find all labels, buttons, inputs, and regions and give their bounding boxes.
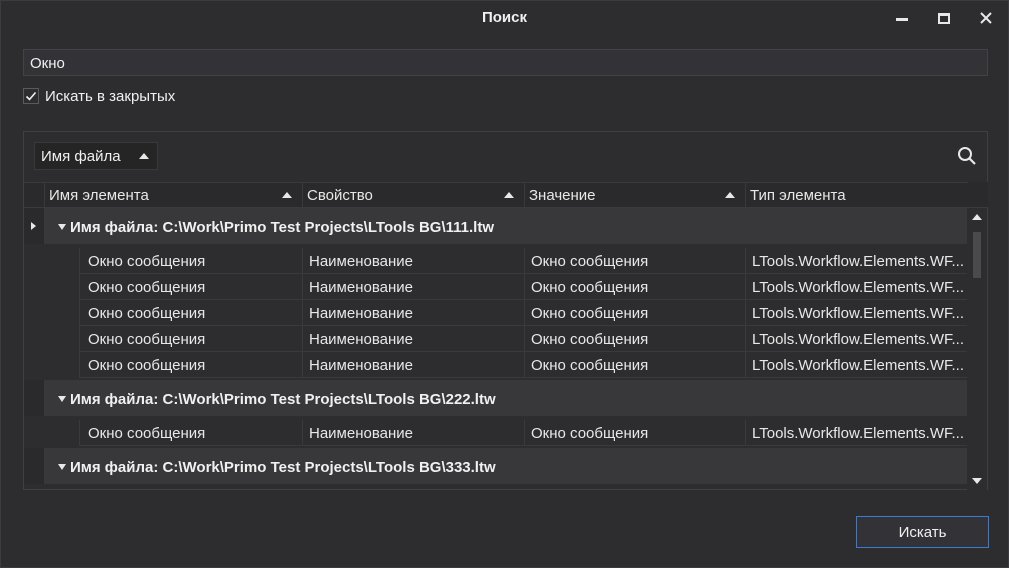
column-header-label: Имя элемента (49, 187, 149, 204)
collapse-icon[interactable] (58, 396, 66, 402)
cell-value: Окно сообщения (531, 331, 649, 348)
row-indent (44, 420, 80, 446)
title-bar: Поиск (1, 1, 1008, 35)
group-label: Имя файла: C:\Work\Primo Test Projects\L… (70, 459, 496, 476)
search-input[interactable]: Окно (23, 49, 988, 76)
cell-element-name: Окно сообщения (88, 279, 206, 296)
cell-element-type: LTools.Workflow.Elements.WF... (752, 331, 965, 348)
search-icon[interactable] (957, 146, 977, 166)
cell-property: Наименование (309, 425, 413, 442)
table-row[interactable]: Окно сообщения Наименование Окно сообщен… (80, 420, 968, 446)
cell-element-name: Окно сообщения (88, 357, 206, 374)
column-header-element-type[interactable]: Тип элемента (745, 183, 968, 208)
collapse-icon[interactable] (58, 224, 66, 230)
row-indent (44, 352, 80, 378)
cell-property: Наименование (309, 331, 413, 348)
cell-value: Окно сообщения (531, 357, 649, 374)
row-indicator (24, 448, 44, 484)
results-grid: Имя файла Имя элемента Свойство Значение (23, 131, 988, 490)
row-indent (44, 274, 80, 300)
checkmark-icon (25, 91, 37, 101)
cell-value: Окно сообщения (531, 253, 649, 270)
cell-element-name: Окно сообщения (88, 331, 206, 348)
column-header-property[interactable]: Свойство (302, 183, 524, 208)
table-row[interactable]: Окно сообщения Наименование Окно сообщен… (80, 326, 968, 352)
group-panel: Имя файла (24, 132, 987, 182)
group-by-chip[interactable]: Имя файла (34, 142, 158, 170)
group-row[interactable]: Имя файла: C:\Work\Primo Test Projects\L… (44, 208, 968, 244)
scroll-down-icon[interactable] (972, 478, 982, 484)
minimize-button[interactable] (887, 5, 917, 31)
cell-value: Окно сообщения (531, 425, 649, 442)
group-by-label: Имя файла (41, 147, 121, 165)
cell-property: Наименование (309, 305, 413, 322)
group-label: Имя файла: C:\Work\Primo Test Projects\L… (70, 219, 494, 236)
search-closed-option[interactable]: Искать в закрытых (23, 87, 175, 105)
row-indent (44, 326, 80, 352)
column-header-label: Свойство (307, 187, 373, 204)
collapse-icon[interactable] (58, 464, 66, 470)
close-button[interactable] (971, 5, 1001, 31)
current-row-icon (31, 222, 36, 230)
maximize-button[interactable] (929, 5, 959, 31)
sort-ascending-icon (282, 192, 292, 198)
search-button[interactable]: Искать (856, 516, 989, 548)
row-indent (44, 248, 80, 274)
column-header-label: Значение (529, 187, 596, 204)
scroll-up-icon[interactable] (972, 214, 982, 220)
row-indicator (24, 380, 44, 416)
column-header-value[interactable]: Значение (524, 183, 745, 208)
minimize-icon (896, 17, 908, 21)
cell-property: Наименование (309, 357, 413, 374)
maximize-icon (938, 12, 950, 24)
window-title: Поиск (481, 9, 527, 26)
table-row[interactable]: Окно сообщения Наименование Окно сообщен… (80, 248, 968, 274)
sort-ascending-icon (725, 192, 735, 198)
search-closed-label: Искать в закрытых (45, 87, 176, 105)
cell-element-name: Окно сообщения (88, 253, 206, 270)
cell-property: Наименование (309, 279, 413, 296)
cell-element-type: LTools.Workflow.Elements.WF... (752, 253, 965, 270)
vertical-scrollbar[interactable] (967, 208, 987, 490)
column-header-element-name[interactable]: Имя элемента (44, 183, 302, 208)
search-closed-checkbox[interactable] (23, 88, 39, 104)
sort-ascending-icon (504, 192, 514, 198)
cell-property: Наименование (309, 253, 413, 270)
cell-element-type: LTools.Workflow.Elements.WF... (752, 425, 965, 442)
cell-value: Окно сообщения (531, 305, 649, 322)
cell-element-type: LTools.Workflow.Elements.WF... (752, 279, 965, 296)
table-row[interactable]: Окно сообщения Наименование Окно сообщен… (80, 352, 968, 378)
close-icon (980, 12, 992, 24)
group-label: Имя файла: C:\Work\Primo Test Projects\L… (70, 391, 496, 408)
cell-element-name: Окно сообщения (88, 305, 206, 322)
search-dialog: Поиск Окно Искать в закрытых Имя файла И… (0, 0, 1009, 568)
cell-value: Окно сообщения (531, 279, 649, 296)
sort-ascending-icon (138, 153, 149, 159)
header-filler (968, 182, 988, 208)
column-header-row: Имя элемента Свойство Значение Тип элеме… (24, 182, 968, 208)
column-header-label: Тип элемента (750, 187, 846, 204)
cell-element-type: LTools.Workflow.Elements.WF... (752, 357, 965, 374)
group-row[interactable]: Имя файла: C:\Work\Primo Test Projects\L… (44, 448, 968, 484)
group-row[interactable]: Имя файла: C:\Work\Primo Test Projects\L… (44, 380, 968, 416)
scroll-thumb[interactable] (973, 232, 981, 278)
table-row[interactable]: Окно сообщения Наименование Окно сообщен… (80, 300, 968, 326)
grid-rows: Имя файла: C:\Work\Primo Test Projects\L… (24, 208, 968, 490)
row-indent (44, 300, 80, 326)
cell-element-type: LTools.Workflow.Elements.WF... (752, 305, 965, 322)
cell-element-name: Окно сообщения (88, 425, 206, 442)
table-row[interactable]: Окно сообщения Наименование Окно сообщен… (80, 274, 968, 300)
